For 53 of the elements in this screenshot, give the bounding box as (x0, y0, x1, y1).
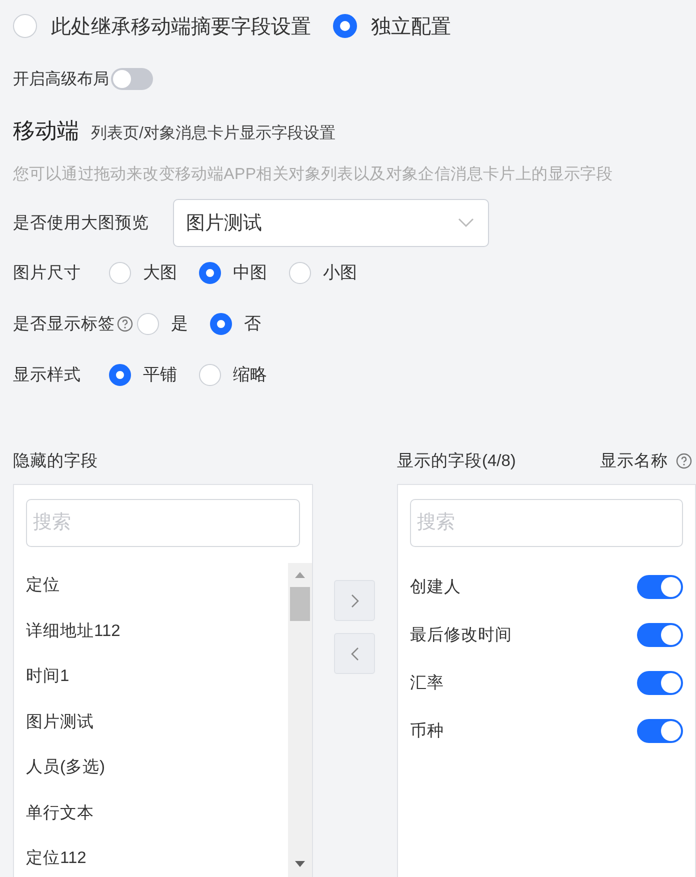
field-item[interactable]: 定位 (14, 563, 288, 608)
field-item[interactable]: 币种 (410, 720, 444, 742)
search-field[interactable]: 搜索 (26, 499, 300, 547)
radio-button[interactable] (333, 14, 357, 38)
help-icon (676, 453, 692, 469)
field-item[interactable]: 图片测试 (14, 700, 288, 745)
move-right-button[interactable] (334, 580, 375, 621)
scroll-down-icon (295, 861, 305, 867)
list-title: 隐藏的字段 (13, 451, 99, 472)
field-item[interactable]: 最后修改时间 (410, 624, 512, 646)
form-label: 显示样式 (13, 364, 82, 386)
field-item[interactable]: 人员(多选) (14, 745, 288, 790)
field-item[interactable]: 详细地址112 (14, 608, 288, 654)
field-item[interactable]: 定位112 (14, 836, 288, 877)
move-left-button[interactable] (334, 633, 375, 674)
toggle-switch[interactable] (637, 575, 683, 599)
form-label: 是否使用大图预览 (13, 213, 149, 234)
form-label: 图片尺寸 (13, 262, 82, 284)
search-field[interactable]: 搜索 (410, 499, 683, 547)
radio-label[interactable]: 是 (171, 312, 188, 335)
chevron-right-icon (350, 594, 358, 608)
radio-label[interactable]: 此处继承移动端摘要字段设置 (51, 12, 311, 40)
radio-label[interactable]: 中图 (233, 261, 267, 284)
toggle-switch[interactable] (637, 719, 683, 743)
list-title: 显示的字段(4/8) (397, 451, 516, 472)
radio-label[interactable]: 否 (244, 312, 261, 335)
scroll-up-icon (295, 572, 305, 578)
radio-label[interactable]: 大图 (143, 261, 177, 284)
chevron-left-icon (350, 646, 358, 660)
scrollbar[interactable] (288, 563, 312, 877)
form-label: 是否显示标签 (13, 314, 115, 334)
radio-button[interactable] (109, 364, 131, 386)
scrollbar-thumb[interactable] (290, 587, 310, 621)
radio-label[interactable]: 缩略 (233, 363, 267, 386)
radio-button[interactable] (210, 312, 232, 334)
radio-button[interactable] (199, 262, 221, 284)
radio-label[interactable]: 小图 (323, 261, 357, 284)
description-text: 您可以通过拖动来改变移动端APP相关对象列表以及对象企信消息卡片上的显示字段 (13, 164, 614, 185)
radio-label[interactable]: 平铺 (143, 363, 177, 386)
section-title: 移动端 (13, 117, 79, 145)
setting-label: 开启高级布局 (13, 70, 109, 90)
preview-select[interactable]: 图片测试 (173, 199, 489, 247)
field-item[interactable]: 创建人 (410, 576, 461, 598)
column-label: 显示名称 (600, 451, 668, 472)
toggle-switch[interactable] (637, 623, 683, 647)
field-item[interactable]: 时间1 (14, 654, 288, 700)
radio-label[interactable]: 独立配置 (371, 12, 451, 40)
section-subtitle: 列表页/对象消息卡片显示字段设置 (91, 124, 336, 144)
chevron-down-icon (458, 218, 474, 228)
field-item[interactable]: 汇率 (410, 672, 444, 694)
toggle-switch[interactable] (637, 671, 683, 695)
field-item[interactable]: 单行文本 (14, 790, 288, 836)
toggle-switch[interactable] (111, 68, 153, 90)
